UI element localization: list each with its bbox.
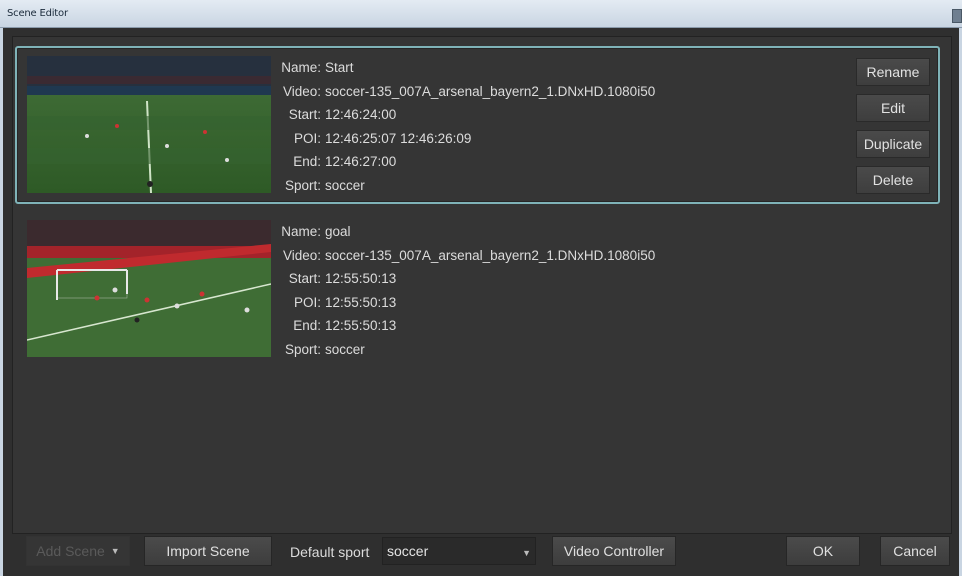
field-label: Start:: [288, 271, 321, 286]
ok-button[interactable]: OK: [786, 536, 860, 566]
scene-item-start[interactable]: Name: Start Video: soccer-135_007A_arsenal…: [15, 46, 940, 204]
duplicate-button[interactable]: Duplicate: [856, 130, 930, 158]
scene-sport: soccer: [325, 177, 365, 193]
chevron-down-icon: ▼: [110, 546, 120, 556]
add-scene-label: Add Scene: [36, 543, 105, 559]
chevron-down-icon: ▼: [522, 548, 531, 558]
field-label: POI:: [293, 294, 321, 310]
field-label: Name:: [281, 224, 321, 239]
scene-thumbnail: [27, 220, 271, 357]
scene-name: Start: [325, 60, 354, 75]
scene-name: goal: [325, 224, 351, 239]
default-sport-value: soccer: [387, 543, 429, 559]
bottom-toolbar: Add Scene ▼ Import Scene Default sport s…: [12, 534, 952, 574]
title-bar: Scene Editor: [0, 0, 962, 28]
scene-info: Name: goal Video: soccer-135_007A_arsenal_…: [275, 220, 655, 361]
delete-button[interactable]: Delete: [856, 166, 930, 194]
field-label: Sport:: [284, 341, 321, 357]
import-scene-button[interactable]: Import Scene: [144, 536, 272, 566]
scene-item-goal[interactable]: Name: goal Video: soccer-135_007A_arsenal_…: [15, 210, 940, 368]
scene-thumbnail: [27, 56, 271, 193]
default-sport-select[interactable]: soccer ▼: [382, 537, 536, 565]
field-label: Name:: [281, 60, 321, 75]
field-label: End:: [293, 318, 321, 333]
field-label: Video:: [282, 247, 321, 263]
video-controller-button[interactable]: Video Controller: [552, 536, 676, 566]
cancel-button[interactable]: Cancel: [880, 536, 950, 566]
scene-poi: 12:46:25:07 12:46:26:09: [325, 130, 472, 146]
scene-end: 12:46:27:00: [325, 154, 397, 169]
scene-end: 12:55:50:13: [325, 318, 397, 333]
scene-poi: 12:55:50:13: [325, 294, 397, 310]
rename-button[interactable]: Rename: [856, 58, 930, 86]
scene-start: 12:55:50:13: [325, 271, 397, 286]
scene-info: Name: Start Video: soccer-135_007A_arsenal…: [275, 56, 655, 197]
edit-button[interactable]: Edit: [856, 94, 930, 122]
field-label: Sport:: [284, 177, 321, 193]
scene-start: 12:46:24:00: [325, 107, 397, 122]
scene-video: soccer-135_007A_arsenal_bayern2_1.DNxHD.…: [325, 247, 656, 263]
field-label: End:: [293, 154, 321, 169]
field-label: Start:: [288, 107, 321, 122]
field-label: Video:: [282, 83, 321, 99]
close-icon[interactable]: [952, 9, 962, 23]
add-scene-button: Add Scene ▼: [26, 536, 130, 566]
scene-video: soccer-135_007A_arsenal_bayern2_1.DNxHD.…: [325, 83, 656, 99]
window-title: Scene Editor: [7, 8, 68, 19]
default-sport-label: Default sport: [290, 544, 370, 560]
field-label: POI:: [293, 130, 321, 146]
scene-sport: soccer: [325, 341, 365, 357]
